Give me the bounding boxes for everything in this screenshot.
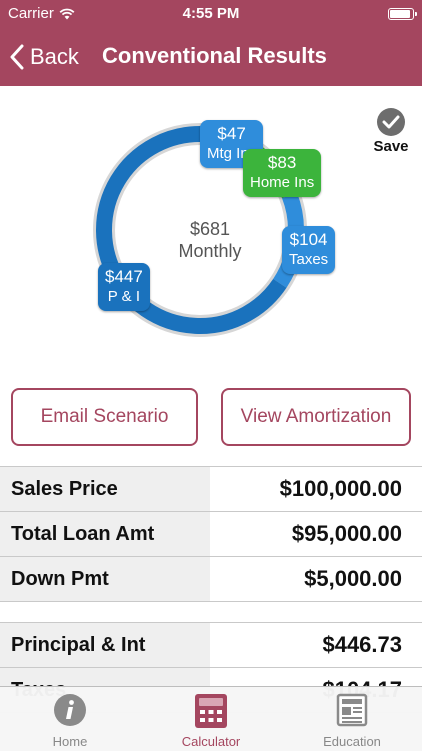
slice-name: Home Ins	[250, 174, 315, 191]
section-spacer	[0, 602, 422, 623]
row-value: $100,000.00	[279, 476, 402, 501]
tab-home[interactable]: Home	[0, 687, 140, 751]
chart-center-label: Monthly	[178, 241, 242, 261]
slice-value: $104	[289, 230, 328, 249]
status-bar: Carrier 4:55 PM	[0, 0, 422, 28]
clock: 4:55 PM	[182, 5, 240, 22]
slice-value: $447	[105, 267, 143, 286]
row-label: Total Loan Amt	[0, 512, 210, 556]
battery-level	[390, 10, 410, 18]
tab-calculator[interactable]: Calculator	[141, 687, 281, 751]
save-label: Save	[373, 138, 409, 155]
table-row: Sales Price $100,000.00	[0, 466, 422, 512]
table-row: Total Loan Amt $95,000.00	[0, 512, 422, 557]
calculator-icon	[195, 694, 227, 728]
slice-value: $83	[267, 153, 297, 172]
checkmark-icon	[377, 108, 405, 136]
chart-center-amount: $681	[189, 219, 231, 239]
save-button[interactable]: Save	[370, 108, 412, 155]
page-title: Conventional Results	[102, 43, 327, 68]
row-label: Principal & Int	[0, 623, 210, 667]
tab-label: Education	[323, 734, 381, 749]
slice-name: Taxes	[289, 251, 329, 268]
back-button[interactable]: Back	[10, 40, 79, 74]
slice-label-p-and-i: $447 P & I	[98, 263, 150, 311]
tab-label: Calculator	[181, 734, 241, 749]
payment-chart: $681 Monthly $47 Mtg Ins $83 Home Ins $1…	[0, 86, 422, 376]
slice-label-taxes: $104 Taxes	[282, 226, 336, 274]
chevron-left-icon	[10, 44, 24, 70]
table-row: Down Pmt $5,000.00	[0, 557, 422, 602]
results-table: Sales Price $100,000.00 Total Loan Amt $…	[0, 466, 422, 713]
tab-education[interactable]: Education	[282, 687, 422, 751]
row-value: $5,000.00	[304, 566, 402, 591]
email-scenario-button[interactable]: Email Scenario	[11, 388, 198, 446]
slice-name: P & I	[107, 288, 141, 305]
view-amortization-label: View Amortization	[240, 406, 392, 427]
slice-label-home-ins: $83 Home Ins	[243, 149, 322, 197]
nav-bar: Back Conventional Results	[0, 28, 422, 86]
tab-bar: Home Calculator Education	[0, 686, 422, 751]
row-value: $95,000.00	[291, 521, 402, 546]
row-label: Down Pmt	[0, 557, 210, 601]
row-value: $446.73	[322, 632, 402, 657]
table-row: Principal & Int $446.73	[0, 623, 422, 668]
battery-icon	[388, 8, 417, 20]
view-amortization-button[interactable]: View Amortization	[221, 388, 411, 446]
email-scenario-label: Email Scenario	[40, 406, 169, 427]
info-icon	[54, 694, 86, 726]
newspaper-icon	[336, 693, 368, 727]
slice-value: $47	[217, 124, 246, 143]
tab-label: Home	[52, 734, 88, 749]
back-label: Back	[30, 44, 79, 69]
row-label: Sales Price	[0, 467, 210, 511]
